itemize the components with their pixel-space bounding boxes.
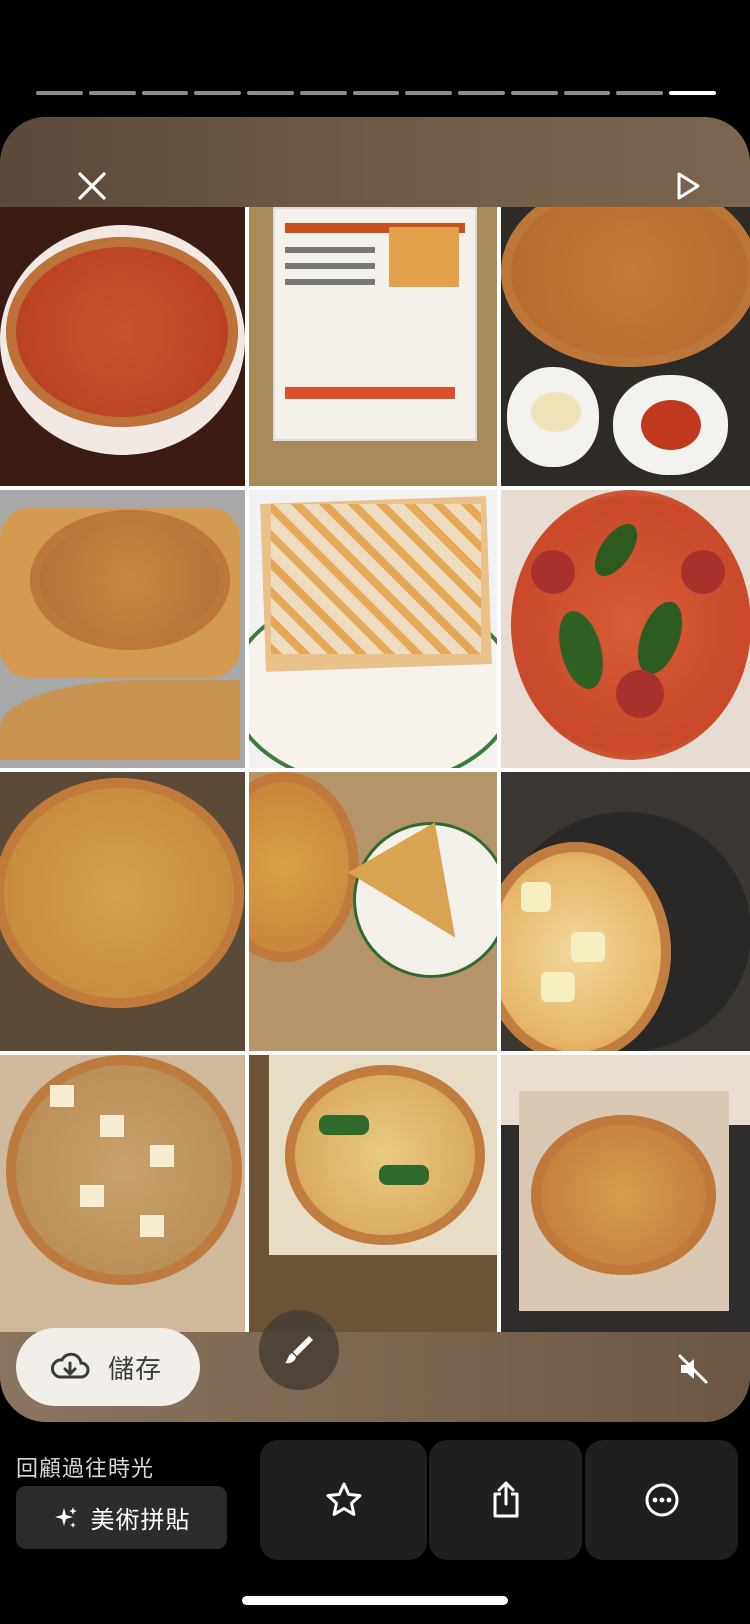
photo-tile[interactable] (249, 1055, 497, 1334)
art-collage-button[interactable]: 美術拼貼 (16, 1486, 227, 1549)
photo-tile[interactable] (0, 772, 245, 1051)
progress-segment (88, 91, 136, 95)
photo-grid (0, 207, 750, 1334)
cloud-download-icon (51, 1352, 90, 1379)
photo-tile[interactable] (249, 490, 497, 768)
more-icon (645, 1483, 678, 1517)
photo-tile[interactable] (249, 207, 497, 486)
photo-tile[interactable] (501, 490, 750, 768)
progress-segment (352, 91, 400, 95)
photo-tile[interactable] (0, 490, 245, 768)
progress-segment (510, 91, 558, 95)
progress-segment (36, 91, 83, 95)
close-icon (78, 172, 106, 200)
photo-tile[interactable] (501, 1055, 750, 1334)
save-label: 儲存 (108, 1353, 163, 1384)
paintbrush-icon (285, 1336, 313, 1364)
play-button[interactable] (660, 158, 716, 214)
share-button[interactable] (429, 1440, 582, 1560)
progress-segment (616, 91, 664, 95)
art-collage-label: 美術拼貼 (90, 1507, 191, 1534)
progress-segment (405, 91, 453, 95)
photo-tile[interactable] (249, 772, 497, 1051)
edit-brush-button[interactable] (259, 1310, 339, 1390)
more-button[interactable] (585, 1440, 738, 1560)
story-progress-bar (36, 91, 716, 95)
photo-tile[interactable] (501, 207, 750, 486)
progress-segment (563, 91, 611, 95)
collage-card (0, 117, 750, 1422)
favorite-button[interactable] (260, 1440, 427, 1560)
photo-tile[interactable] (0, 207, 245, 486)
memories-section-label: 回顧過往時光 (16, 1456, 155, 1481)
progress-segment (141, 91, 189, 95)
save-button[interactable]: 儲存 (16, 1328, 200, 1406)
progress-segment (669, 91, 716, 95)
home-indicator (242, 1596, 508, 1605)
share-icon (493, 1481, 518, 1518)
play-icon (677, 172, 700, 200)
progress-segment (458, 91, 505, 95)
photo-tile[interactable] (501, 772, 750, 1051)
progress-segment (194, 91, 242, 95)
progress-segment (247, 91, 294, 95)
star-icon (326, 1482, 361, 1516)
photo-tile[interactable] (0, 1055, 245, 1334)
progress-segment (299, 91, 347, 95)
speaker-muted-icon (678, 1354, 708, 1384)
sparkles-icon (54, 1506, 77, 1528)
mute-button[interactable] (665, 1341, 721, 1397)
close-button[interactable] (64, 158, 120, 214)
